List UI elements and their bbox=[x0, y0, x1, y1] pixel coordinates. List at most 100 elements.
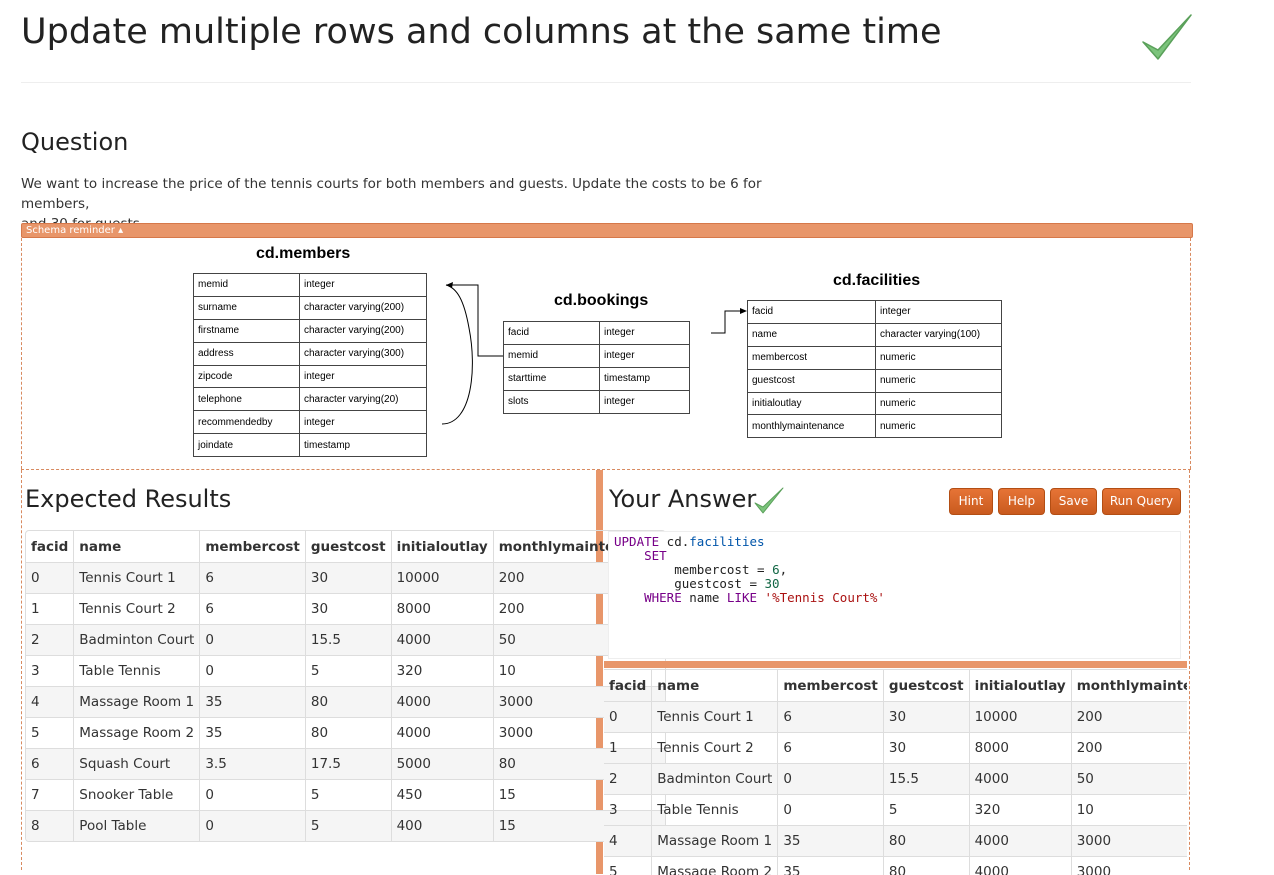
table-row: 0Tennis Court 163010000200 bbox=[604, 702, 1187, 733]
column-header: name bbox=[652, 670, 778, 702]
table-cell: Tennis Court 1 bbox=[652, 702, 778, 733]
column-header: facid bbox=[604, 670, 652, 702]
question-heading: Question bbox=[21, 128, 128, 156]
save-button[interactable]: Save bbox=[1050, 488, 1097, 515]
hint-button[interactable]: Hint bbox=[949, 488, 993, 515]
table-cell: 1 bbox=[604, 733, 652, 764]
table-row: 3Table Tennis0532010 bbox=[26, 656, 665, 687]
table-cell: 8000 bbox=[969, 733, 1071, 764]
table-cell: 3 bbox=[604, 795, 652, 826]
code-text: membercost = bbox=[674, 562, 772, 577]
table-cell: 80 bbox=[883, 857, 969, 875]
code-text: guestcost = bbox=[674, 576, 764, 591]
table-cell: 10000 bbox=[391, 563, 493, 594]
table-row: 5Massage Room 2358040003000 bbox=[604, 857, 1187, 875]
table-cell: 30 bbox=[883, 733, 969, 764]
run-query-button[interactable]: Run Query bbox=[1102, 488, 1181, 515]
column-header: membercost bbox=[778, 670, 884, 702]
table-cell: 3 bbox=[26, 656, 74, 687]
table-row: 5Massage Room 2358040003000 bbox=[26, 718, 665, 749]
table-cell: 6 bbox=[778, 702, 884, 733]
table-cell: 5 bbox=[604, 857, 652, 875]
answer-results-table: facidnamemembercostguestcostinitialoutla… bbox=[604, 670, 1187, 875]
table-cell: Tennis Court 1 bbox=[74, 563, 200, 594]
table-cell: 4000 bbox=[391, 718, 493, 749]
code-keyword: LIKE bbox=[727, 590, 757, 605]
table-cell: 0 bbox=[200, 625, 306, 656]
table-cell: 6 bbox=[778, 733, 884, 764]
page-title: Update multiple rows and columns at the … bbox=[21, 12, 942, 52]
table-cell: 30 bbox=[305, 594, 391, 625]
table-cell: Table Tennis bbox=[652, 795, 778, 826]
code-text: , bbox=[780, 562, 788, 577]
table-cell: Massage Room 1 bbox=[74, 687, 200, 718]
table-cell: Badminton Court bbox=[74, 625, 200, 656]
table-row: 1Tennis Court 26308000200 bbox=[604, 733, 1187, 764]
table-cell: Badminton Court bbox=[652, 764, 778, 795]
answer-results-container[interactable]: facidnamemembercostguestcostinitialoutla… bbox=[604, 669, 1187, 875]
table-cell: 80 bbox=[305, 687, 391, 718]
table-cell: 0 bbox=[26, 563, 74, 594]
table-cell: 8000 bbox=[391, 594, 493, 625]
table-cell: 5 bbox=[26, 718, 74, 749]
schema-reminder-toggle[interactable]: Schema reminder ▴ bbox=[21, 223, 1193, 238]
code-keyword: UPDATE bbox=[614, 534, 659, 549]
table-cell: Massage Room 1 bbox=[652, 826, 778, 857]
table-cell: 35 bbox=[778, 857, 884, 875]
column-header: monthlymaintenance bbox=[1071, 670, 1187, 702]
code-table-name: facilities bbox=[689, 534, 764, 549]
table-cell: 0 bbox=[200, 656, 306, 687]
table-cell: 7 bbox=[26, 780, 74, 811]
expected-results-table: facidnamemembercostguestcostinitialoutla… bbox=[26, 531, 665, 841]
table-cell: 2 bbox=[604, 764, 652, 795]
table-cell: 10000 bbox=[969, 702, 1071, 733]
table-cell: 0 bbox=[200, 811, 306, 842]
table-row: 7Snooker Table0545015 bbox=[26, 780, 665, 811]
code-keyword: WHERE bbox=[644, 590, 682, 605]
expected-results-title: Expected Results bbox=[25, 485, 231, 513]
table-cell: Pool Table bbox=[74, 811, 200, 842]
table-row: 2Badminton Court015.5400050 bbox=[604, 764, 1187, 795]
check-icon bbox=[1140, 12, 1194, 62]
schema-connectors bbox=[22, 238, 1190, 469]
table-cell: 35 bbox=[200, 687, 306, 718]
table-cell: 6 bbox=[200, 594, 306, 625]
table-row: 1Tennis Court 26308000200 bbox=[26, 594, 665, 625]
editor-resize-handle[interactable] bbox=[604, 661, 1187, 668]
table-cell: Table Tennis bbox=[74, 656, 200, 687]
table-cell: 80 bbox=[305, 718, 391, 749]
sql-editor[interactable]: UPDATE cd.facilities SET membercost = 6,… bbox=[608, 531, 1181, 659]
table-row: 0Tennis Court 163010000200 bbox=[26, 563, 665, 594]
table-cell: Snooker Table bbox=[74, 780, 200, 811]
table-cell: 450 bbox=[391, 780, 493, 811]
code-number: 30 bbox=[765, 576, 780, 591]
table-cell: 4000 bbox=[391, 687, 493, 718]
table-cell: 1 bbox=[26, 594, 74, 625]
table-cell: 6 bbox=[26, 749, 74, 780]
table-row: 6Squash Court3.517.5500080 bbox=[26, 749, 665, 780]
help-button[interactable]: Help bbox=[998, 488, 1045, 515]
table-cell: 30 bbox=[305, 563, 391, 594]
table-cell: 5 bbox=[305, 656, 391, 687]
column-header: facid bbox=[26, 531, 74, 563]
column-header: membercost bbox=[200, 531, 306, 563]
table-cell: 80 bbox=[883, 826, 969, 857]
title-divider bbox=[21, 82, 1191, 83]
table-cell: 35 bbox=[200, 718, 306, 749]
left-panel-border bbox=[21, 470, 22, 870]
table-cell: Massage Room 2 bbox=[652, 857, 778, 875]
table-cell: 200 bbox=[1071, 702, 1187, 733]
table-cell: 15.5 bbox=[883, 764, 969, 795]
table-cell: 5 bbox=[305, 811, 391, 842]
table-cell: 10 bbox=[1071, 795, 1187, 826]
table-cell: Tennis Court 2 bbox=[652, 733, 778, 764]
column-header: initialoutlay bbox=[391, 531, 493, 563]
table-row: 8Pool Table0540015 bbox=[26, 811, 665, 842]
table-cell: 4000 bbox=[391, 625, 493, 656]
table-cell: 15.5 bbox=[305, 625, 391, 656]
table-cell: 6 bbox=[200, 563, 306, 594]
table-cell: 3.5 bbox=[200, 749, 306, 780]
schema-bottom-border bbox=[21, 469, 1191, 470]
table-cell: 4000 bbox=[969, 826, 1071, 857]
table-cell: 4000 bbox=[969, 857, 1071, 875]
